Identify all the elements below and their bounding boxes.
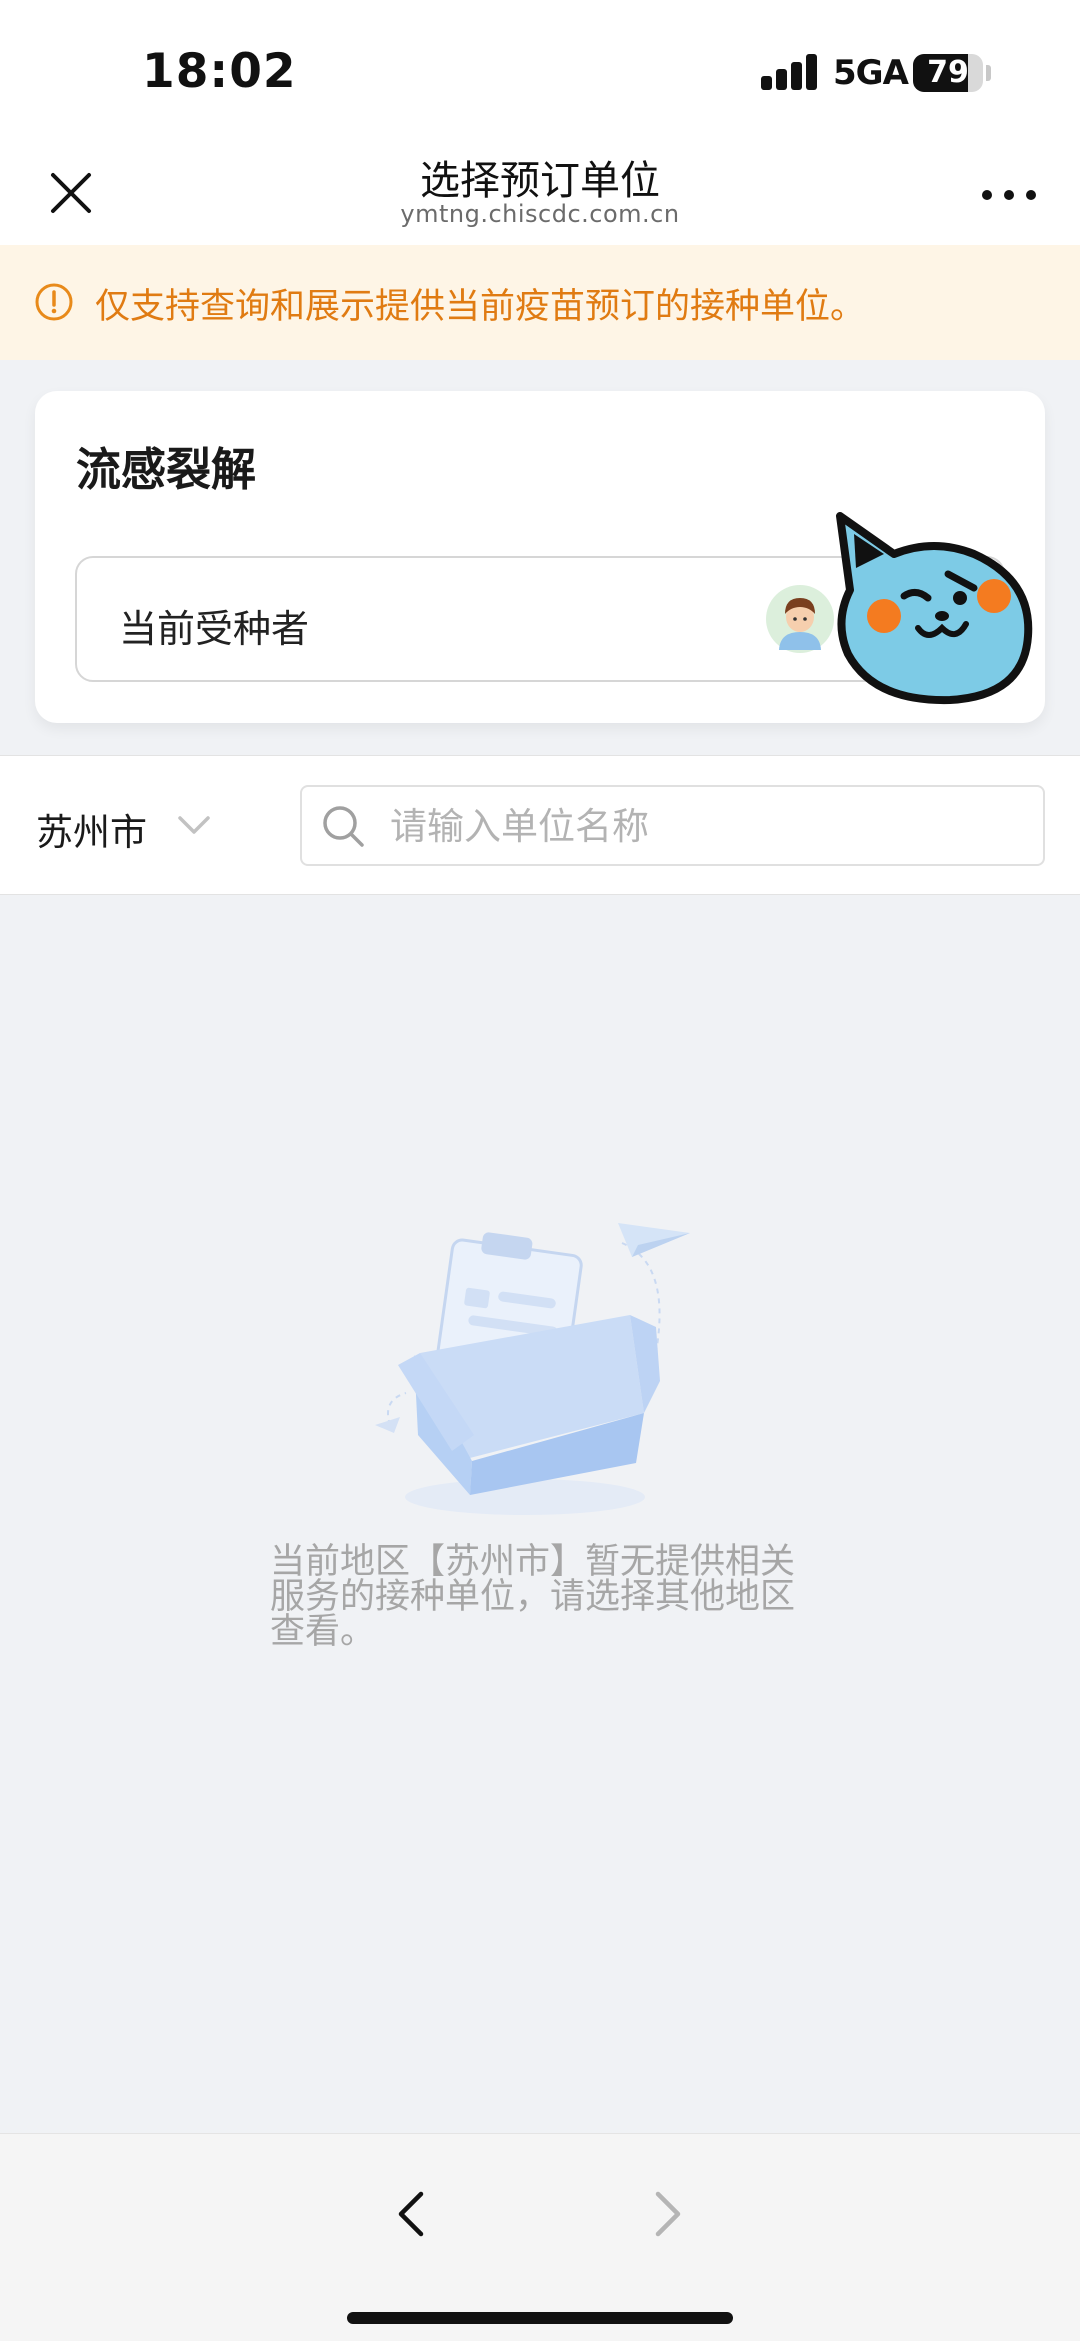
browser-bottom-bar — [0, 2133, 1080, 2341]
search-box[interactable] — [300, 785, 1045, 866]
cellular-signal-icon — [761, 54, 817, 90]
forward-button[interactable] — [636, 2184, 696, 2244]
mascot-icon[interactable] — [832, 510, 1037, 710]
chevron-down-icon — [178, 816, 210, 834]
empty-box-illustration: ? — [375, 1223, 690, 1515]
chevron-right-icon — [655, 2191, 681, 2237]
search-icon — [323, 806, 364, 847]
vaccine-name: 流感裂解 — [76, 443, 257, 496]
warning-icon — [35, 283, 73, 321]
chevron-left-icon — [398, 2191, 424, 2237]
battery-tip — [986, 65, 991, 81]
battery-level: 79 — [927, 55, 969, 90]
city-dropdown[interactable]: 苏州市 — [36, 794, 216, 858]
page-title: 选择预订单位 — [420, 158, 660, 204]
more-icon — [982, 190, 1036, 200]
more-button[interactable] — [972, 170, 1050, 220]
status-time: 18:02 — [142, 44, 297, 99]
status-bar: 18:02 5GA 79 — [0, 0, 1080, 140]
home-indicator — [347, 2312, 733, 2324]
battery-icon: 79 — [913, 54, 983, 92]
page-url: ymtng.chiscdc.com.cn — [400, 200, 680, 228]
avatar — [766, 585, 834, 653]
nav-header: 选择预订单位 ymtng.chiscdc.com.cn — [0, 140, 1080, 245]
search-input[interactable] — [390, 797, 1020, 855]
network-type: 5GA — [833, 53, 909, 93]
filter-row: 苏州市 — [0, 755, 1080, 895]
recipient-label: 当前受种者 — [119, 607, 310, 651]
back-button[interactable] — [383, 2184, 443, 2244]
notice-text: 仅支持查询和展示提供当前疫苗预订的接种单位。 — [95, 287, 866, 327]
empty-state-message: 当前地区【苏州市】暂无提供相关服务的接种单位，请选择其他地区查看。 — [270, 1542, 796, 1652]
notice-banner: 仅支持查询和展示提供当前疫苗预订的接种单位。 — [0, 245, 1080, 360]
city-label: 苏州市 — [36, 811, 147, 854]
